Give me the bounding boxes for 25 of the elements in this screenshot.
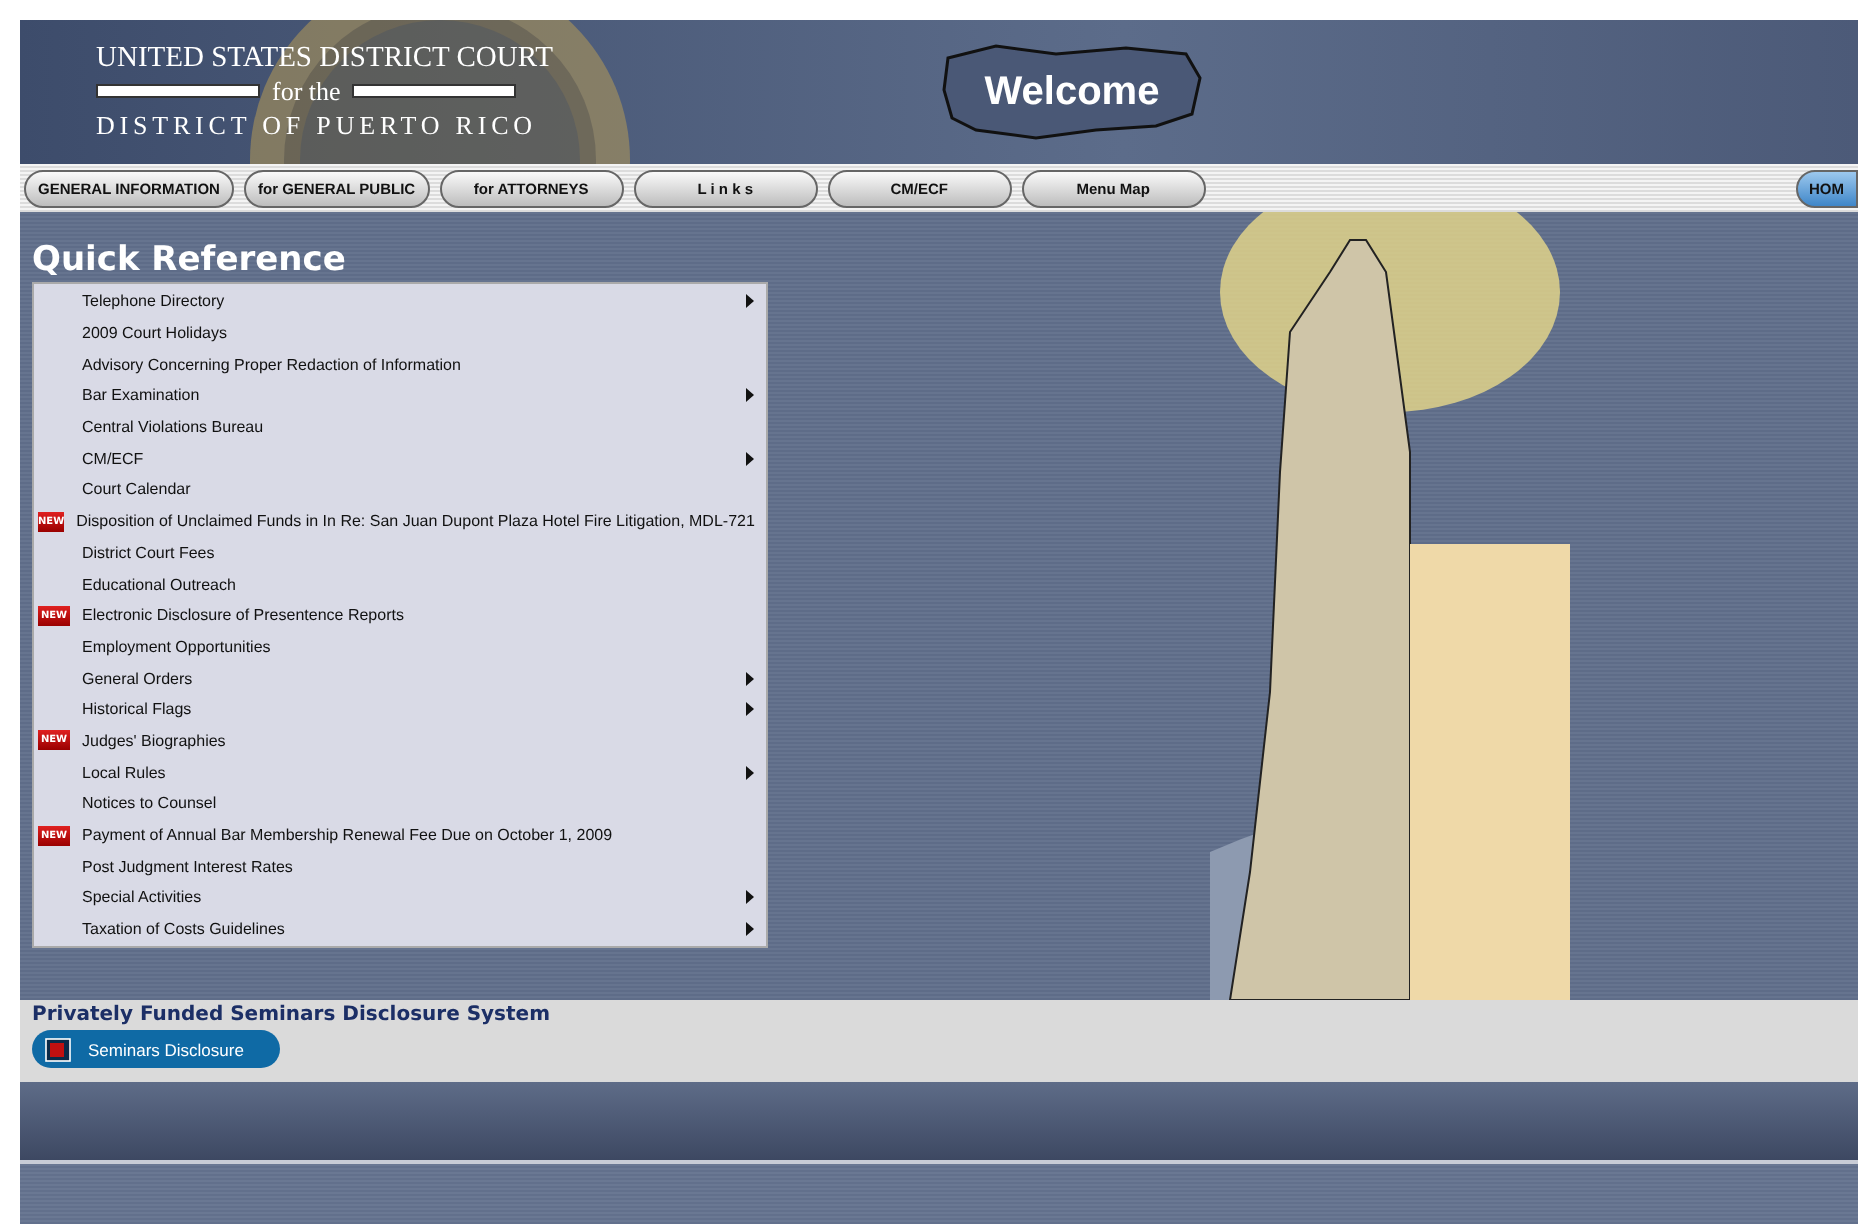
seminars-title: Privately Funded Seminars Disclosure System xyxy=(32,1004,552,1026)
menu-item[interactable]: Advisory Concerning Proper Redaction of Information xyxy=(34,348,766,381)
menu-item[interactable]: Employment Opportunities xyxy=(34,631,766,663)
seminars-disclosure-button[interactable]: Seminars Disclosure xyxy=(32,1030,280,1068)
menu-item[interactable]: 2009 Court Holidays xyxy=(34,317,766,349)
court-title: for the xyxy=(272,75,341,107)
menu-item[interactable]: Bar Examination xyxy=(34,380,766,412)
menu-item[interactable]: CM/ECF xyxy=(34,442,766,475)
menu-item[interactable]: General Orders xyxy=(34,662,766,694)
section-title: Quick Reference xyxy=(32,240,348,280)
menu-item[interactable]: Telephone Directory xyxy=(34,286,766,318)
menu-item[interactable]: Special Activities xyxy=(34,882,766,914)
menu-item[interactable]: Historical Flags xyxy=(34,693,766,726)
menu-item[interactable]: Taxation of Costs Guidelines xyxy=(34,913,766,945)
menu-item[interactable]: Court Calendar xyxy=(34,474,766,506)
welcome-heading: Welcome xyxy=(984,69,1160,115)
menu-item[interactable]: Educational Outreach xyxy=(34,568,766,600)
menu-item[interactable]: Post Judgment Interest Rates xyxy=(34,850,766,883)
document-icon xyxy=(44,1037,72,1061)
court-title: UNITED STATES DISTRICT COURT xyxy=(96,41,555,75)
menu-item[interactable]: Central Violations Bureau xyxy=(34,411,766,443)
menu-item[interactable]: Notices to Counsel xyxy=(34,788,766,820)
menu-item[interactable]: Local Rules xyxy=(34,756,766,788)
court-title: DISTRICT OF PUERTO RICO xyxy=(96,107,539,143)
menu-item[interactable]: District Court Fees xyxy=(34,537,766,569)
